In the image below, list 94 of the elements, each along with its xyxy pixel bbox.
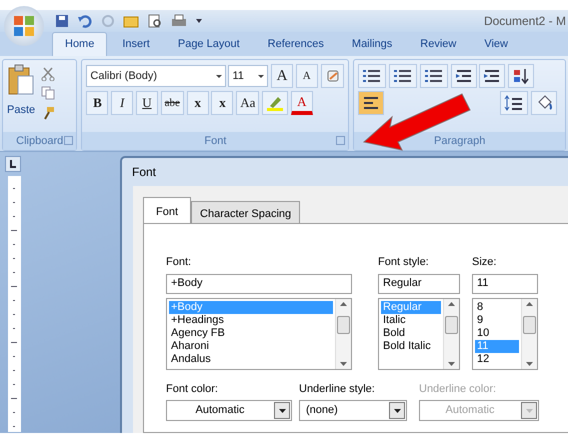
clear-formatting-button[interactable] [320, 64, 344, 88]
field-label: Font color: [166, 382, 219, 396]
group-label: Clipboard [16, 134, 64, 149]
decrease-indent-icon [454, 67, 473, 85]
shading-button[interactable] [530, 90, 557, 115]
line-spacing-icon [504, 94, 524, 112]
ribbon-tab[interactable]: Review [407, 32, 470, 56]
list-button[interactable] [389, 64, 418, 88]
scroll-down-icon[interactable] [526, 362, 533, 366]
dialog-tab[interactable]: Font [143, 197, 192, 223]
shrink-font-button[interactable]: A [296, 64, 318, 88]
increase-indent-icon [483, 67, 502, 85]
scroll-thumb[interactable] [523, 316, 536, 334]
group-label: Paragraph [434, 134, 486, 149]
scroll-up-icon[interactable] [448, 302, 455, 306]
list-button[interactable] [358, 64, 386, 88]
text-field[interactable]: 11 [472, 274, 538, 294]
bullets-icon [362, 67, 382, 85]
text-field[interactable]: +Body [166, 274, 352, 294]
format-button[interactable]: x [186, 90, 209, 115]
sort-button[interactable] [508, 64, 534, 88]
dropdown-field[interactable]: Automatic [166, 400, 292, 421]
scissors-icon[interactable] [41, 66, 56, 81]
scroll-thumb[interactable] [337, 316, 350, 334]
font-name-field[interactable]: Calibri (Body) [86, 65, 226, 87]
list-item[interactable]: Italic [381, 314, 441, 326]
scroll-down-icon[interactable] [340, 362, 347, 366]
format-button[interactable]: B [86, 90, 108, 115]
list-item[interactable]: +Headings [169, 314, 333, 326]
tab-selector-icon[interactable] [5, 156, 21, 172]
scroll-thumb[interactable] [445, 316, 458, 334]
format-button[interactable]: I [111, 90, 134, 115]
field-label: Underline style: [299, 382, 376, 396]
printer-icon[interactable] [171, 14, 187, 28]
dropdown-arrow-icon [394, 408, 400, 412]
list-item[interactable]: Bold [381, 326, 441, 340]
list-button[interactable] [420, 64, 448, 88]
caret-icon[interactable] [195, 17, 203, 25]
list-box[interactable]: Regular Italic Bold Bold Italic [378, 298, 460, 370]
list-item[interactable]: Aharoni [169, 340, 333, 352]
office-logo-icon [13, 15, 35, 37]
ribbon-tab[interactable]: Home [52, 32, 108, 56]
undo-icon[interactable] [77, 14, 93, 28]
format-button[interactable]: U [136, 90, 158, 115]
field-label: Font: [166, 255, 192, 270]
group-label: Font [204, 134, 226, 149]
format-button[interactable]: Aa [236, 90, 260, 115]
list-box[interactable]: +Body +Headings Agency FB Aharoni Andalus [166, 298, 352, 370]
eraser-icon [324, 68, 340, 84]
line-spacing-button[interactable] [500, 90, 528, 115]
list-box[interactable]: 8 9 10 11 12 [472, 298, 538, 370]
scroll-down-icon[interactable] [448, 362, 455, 366]
dialog-tab[interactable]: Character Spacing [191, 201, 300, 223]
indent-button[interactable] [450, 64, 477, 88]
scroll-up-icon[interactable] [340, 302, 347, 306]
print-preview-icon[interactable] [147, 14, 163, 28]
sort-icon [512, 67, 530, 85]
text-field[interactable]: Regular [378, 274, 460, 294]
field-label: Size: [472, 255, 498, 270]
ribbon-tab[interactable]: Insert [109, 32, 163, 56]
align-left-button[interactable] [358, 90, 384, 115]
indent-button[interactable] [479, 64, 506, 88]
window-title: Document2 - M [484, 13, 567, 30]
list-item[interactable]: Andalus [169, 352, 333, 366]
multilevel-list-icon [424, 67, 444, 85]
dropdown-arrow-icon [526, 408, 532, 412]
ribbon-tab[interactable]: Mailings [338, 32, 406, 56]
ribbon-tab[interactable]: References [254, 32, 337, 56]
save-icon[interactable] [55, 14, 69, 28]
dropdown-arrow-icon [278, 408, 286, 412]
numbering-icon [393, 67, 414, 85]
font-color-button[interactable]: A [290, 90, 313, 115]
list-item[interactable]: 10 [475, 326, 519, 340]
list-item[interactable]: Agency FB [169, 326, 333, 340]
format-button[interactable]: x [211, 90, 234, 115]
field-label: Font style: [378, 255, 430, 270]
list-item[interactable]: 12 [475, 352, 519, 366]
dialog-title: Font [132, 164, 156, 181]
list-item[interactable]: Bold Italic [381, 340, 441, 352]
ribbon-tab[interactable]: Page Layout [164, 32, 253, 56]
format-button[interactable]: abe [160, 90, 184, 115]
field-label: Underline color: [419, 382, 498, 396]
paste-button[interactable]: Paste [7, 64, 36, 118]
copy-icon[interactable] [41, 86, 56, 100]
font-size-field[interactable]: 11 [228, 65, 268, 87]
folder-icon[interactable] [123, 14, 139, 28]
ribbon-tab[interactable]: View [471, 32, 521, 56]
dropdown-field[interactable]: (none) [299, 400, 407, 421]
highlight-button[interactable] [262, 90, 288, 115]
clipboard-icon [7, 64, 36, 96]
list-item[interactable]: 8 [475, 300, 519, 314]
scroll-up-icon[interactable] [526, 302, 533, 306]
list-item[interactable]: 9 [475, 314, 519, 326]
grow-font-button[interactable]: A [271, 64, 294, 88]
